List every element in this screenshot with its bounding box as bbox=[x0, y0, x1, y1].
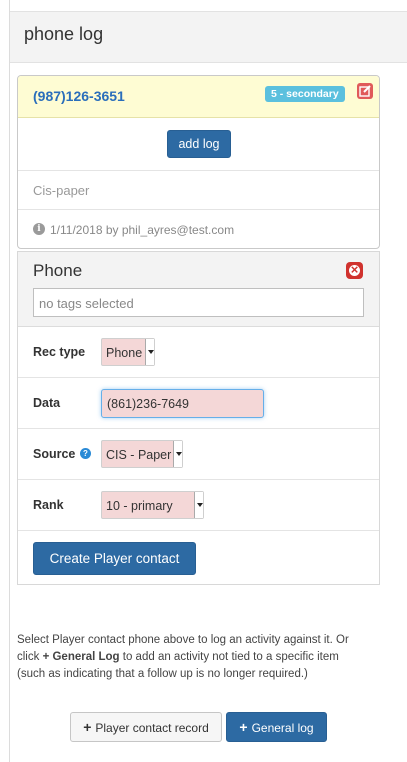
add-log-row: add log bbox=[18, 118, 379, 171]
phone-number[interactable]: (987)126-3651 bbox=[33, 88, 125, 104]
rec-type-select[interactable]: Phone bbox=[101, 338, 155, 366]
create-player-contact-button[interactable]: Create Player contact bbox=[33, 542, 196, 575]
data-input[interactable]: (861)236-7649 bbox=[101, 389, 264, 418]
rank-row: Rank 10 - primary bbox=[18, 480, 379, 531]
player-contact-record-label: Player contact record bbox=[95, 721, 209, 735]
chevron-down-icon bbox=[194, 492, 203, 518]
help-text: Select Player contact phone above to log… bbox=[17, 632, 387, 683]
rec-type-label: Rec type bbox=[33, 345, 86, 359]
panel-header: Phone no tags selected bbox=[18, 252, 379, 327]
record-meta: 1/11/2018 by phil_ayres@test.com bbox=[50, 223, 235, 237]
source-select[interactable]: CIS - Paper bbox=[101, 440, 183, 468]
help-line-3: (such as indicating that a follow up is … bbox=[17, 668, 308, 680]
tags-input[interactable]: no tags selected bbox=[33, 288, 364, 317]
rec-type-row: Rec type Phone bbox=[18, 327, 379, 378]
phone-record-card: (987)126-3651 5 - secondary add log Cis-… bbox=[17, 75, 380, 249]
edit-icon[interactable] bbox=[357, 83, 373, 99]
help-general-log-ref: + General Log bbox=[42, 651, 120, 663]
create-contact-panel: Phone no tags selected Rec type Phone Da… bbox=[17, 251, 380, 585]
info-icon: i bbox=[33, 223, 45, 235]
rank-badge: 5 - secondary bbox=[265, 86, 345, 102]
player-contact-record-button[interactable]: + Player contact record bbox=[70, 712, 222, 742]
chevron-down-icon bbox=[145, 339, 154, 365]
plus-icon: + bbox=[239, 719, 248, 735]
source-value: CIS - Paper bbox=[106, 448, 172, 462]
data-value: (861)236-7649 bbox=[107, 397, 190, 411]
phone-record-header: (987)126-3651 5 - secondary bbox=[18, 76, 379, 118]
chevron-down-icon bbox=[173, 441, 182, 467]
data-row: Data (861)236-7649 bbox=[18, 378, 379, 429]
general-log-button[interactable]: + General log bbox=[226, 712, 327, 742]
general-log-label: General log bbox=[251, 721, 314, 735]
record-source: Cis-paper bbox=[33, 183, 90, 198]
record-meta-row: i 1/11/2018 by phil_ayres@test.com bbox=[18, 210, 379, 248]
close-icon[interactable] bbox=[346, 262, 363, 279]
help-icon[interactable]: ? bbox=[80, 448, 91, 459]
data-label: Data bbox=[33, 396, 61, 410]
page-title: phone log bbox=[24, 24, 104, 44]
help-line-2-pre: click bbox=[17, 651, 43, 663]
page-header: phone log bbox=[10, 11, 407, 63]
rank-value: 10 - primary bbox=[106, 499, 173, 513]
help-line-1: Select Player contact phone above to log… bbox=[17, 634, 349, 646]
plus-icon: + bbox=[83, 719, 92, 735]
source-row: Source ? CIS - Paper bbox=[18, 429, 379, 480]
tags-placeholder: no tags selected bbox=[39, 296, 134, 311]
rank-select[interactable]: 10 - primary bbox=[101, 491, 204, 519]
record-source-row: Cis-paper bbox=[18, 171, 379, 210]
help-line-2-post: to add an activity not tied to a specifi… bbox=[119, 651, 339, 663]
add-log-button[interactable]: add log bbox=[167, 130, 231, 158]
rec-type-value: Phone bbox=[106, 346, 143, 360]
rank-label: Rank bbox=[33, 498, 64, 512]
panel-title: Phone bbox=[33, 261, 83, 280]
source-label: Source bbox=[33, 447, 76, 461]
